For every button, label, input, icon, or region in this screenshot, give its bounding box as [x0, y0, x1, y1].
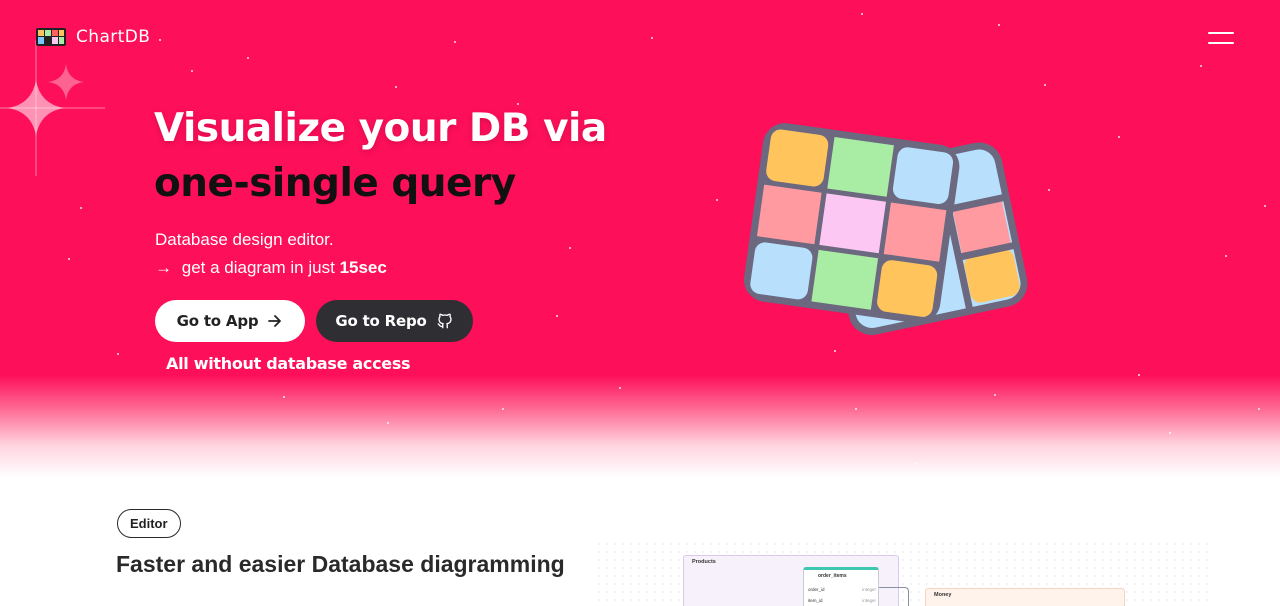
star — [716, 199, 718, 201]
table-card-money: Money — [925, 588, 1125, 606]
table-card-order-items: order_items order_id integer item_id int… — [803, 567, 879, 606]
brand-name: ChartDB — [76, 27, 151, 47]
star — [1225, 255, 1227, 257]
star — [651, 37, 653, 39]
star — [619, 387, 621, 389]
star — [1044, 84, 1046, 86]
database-grid-illustration — [743, 123, 1028, 335]
arrow-right-icon — [268, 315, 282, 327]
subtitle-line-2: → get a diagram in just 15sec — [155, 254, 387, 282]
star — [915, 462, 917, 464]
subtitle-line-1: Database design editor. — [155, 230, 334, 249]
star — [247, 57, 249, 59]
column-name: item_id — [808, 598, 823, 603]
star — [68, 258, 70, 260]
sparkle-decoration — [0, 40, 105, 176]
star — [159, 39, 161, 41]
star — [1200, 65, 1202, 67]
star — [117, 353, 119, 355]
star — [1048, 189, 1050, 191]
star — [1169, 432, 1171, 434]
star — [1264, 205, 1266, 207]
column-type: integer — [862, 598, 876, 603]
github-icon — [437, 313, 452, 329]
editor-preview: Products order_items order_id integer it… — [595, 540, 1210, 606]
table-row: order_id integer — [808, 587, 876, 592]
brand-logo[interactable]: ChartDB — [35, 27, 150, 47]
go-to-app-label: Go to App — [176, 312, 259, 330]
table-row: item_id integer — [808, 598, 876, 603]
star — [1118, 136, 1120, 138]
section-title: Faster and easier Database diagramming — [116, 551, 565, 577]
star — [283, 396, 285, 398]
star — [569, 247, 571, 249]
arrow-right-icon: → — [155, 258, 172, 277]
chartdb-logo-icon — [36, 28, 66, 46]
headline-line-2: one-single query — [154, 161, 516, 206]
hero-subtitle: Database design editor. → get a diagram … — [155, 226, 387, 282]
hero-note: All without database access — [166, 354, 411, 373]
table-title: Products — [692, 559, 716, 565]
star — [502, 408, 504, 410]
hero-headline: Visualize your DB via one-single query — [154, 101, 607, 211]
editor-badge: Editor — [117, 509, 181, 538]
subtitle-text: get a diagram in just — [181, 258, 335, 277]
subtitle-highlight: 15sec — [339, 258, 387, 277]
star — [80, 207, 82, 209]
star — [1138, 374, 1140, 376]
column-type: integer — [862, 587, 876, 592]
table-title: order_items — [818, 573, 847, 579]
go-to-repo-label: Go to Repo — [335, 312, 427, 330]
relation-connector — [879, 587, 909, 606]
star — [855, 408, 857, 410]
star — [861, 13, 863, 15]
hamburger-menu-icon[interactable] — [1206, 29, 1236, 49]
table-title: Money — [934, 592, 952, 598]
star — [556, 315, 558, 317]
star — [191, 70, 193, 72]
star — [454, 41, 456, 43]
column-name: order_id — [808, 587, 825, 592]
star — [1258, 408, 1260, 410]
go-to-app-button[interactable]: Go to App — [155, 300, 305, 342]
headline-line-1: Visualize your DB via — [154, 106, 607, 151]
star — [834, 350, 836, 352]
hero-section: ChartDB Visualize your DB via one-single… — [0, 0, 1280, 480]
go-to-repo-button[interactable]: Go to Repo — [316, 300, 473, 342]
star — [387, 422, 389, 424]
star — [994, 394, 996, 396]
star — [395, 86, 397, 88]
star — [998, 24, 1000, 26]
